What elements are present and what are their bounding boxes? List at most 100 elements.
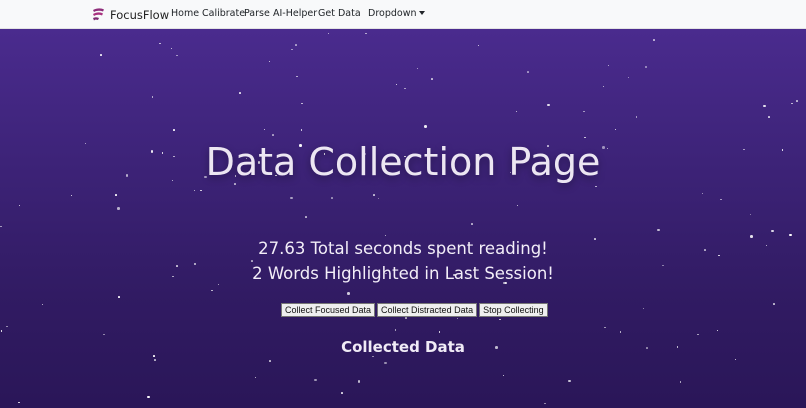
star-dot [269,360,271,362]
star-dot [477,44,480,47]
star-dot [300,129,302,131]
star-dot [653,39,655,41]
star-dot [614,128,617,130]
star-dot [679,381,681,383]
star-dot [438,331,441,333]
star-dot [372,355,374,358]
star-dot [170,47,173,50]
star-dot [347,292,350,295]
star-dot [193,189,196,192]
star-dot [456,317,459,319]
star-dot [716,329,719,332]
star-dot [70,194,73,197]
star-dot [0,330,3,332]
star-dot [272,134,274,136]
star-dot [305,216,307,218]
star-dot [516,204,519,207]
brand-link[interactable]: FocusFlow [90,5,169,24]
star-dot [657,228,660,232]
star-dot [263,128,266,131]
star-dot [431,78,433,80]
star-dot [200,189,202,192]
brand-name: FocusFlow [110,7,170,22]
collect-focused-button[interactable]: Collect Focused Data [281,303,376,317]
star-dot [515,110,517,113]
star-dot [314,378,317,382]
star-dot [151,96,154,98]
star-dot [18,204,20,207]
star-dot [117,207,120,210]
nav-get-data[interactable]: Get Data [318,8,361,19]
navbar: FocusFlow Home Calibrate Parse AI-Helper… [0,0,806,29]
star-dot [697,333,699,336]
star-dot [147,395,150,399]
star-dot [604,326,606,328]
star-dot [357,380,360,383]
star-dot [584,136,586,139]
stop-collecting-button[interactable]: Stop Collecting [479,303,548,317]
star-dot [118,296,120,298]
nav-ai-helper[interactable]: AI-Helper [273,8,317,19]
star-dot [395,83,398,85]
star-dot [173,129,175,131]
star-dot [502,374,505,377]
star-dot [627,76,630,79]
star-dot [404,87,406,89]
star-dot [254,376,257,379]
star-dot [290,196,293,200]
star-dot [291,48,293,51]
star-dot [217,283,220,286]
star-dot [384,361,387,364]
star-dot [159,42,161,45]
star-dot [103,333,105,336]
nav-parse[interactable]: Parse [244,8,270,19]
star-dot [720,198,722,200]
words-highlighted-text: 2 Words Highlighted in Last Session! [252,264,554,283]
star-dot [331,197,333,199]
collected-data-heading: Collected Data [341,338,465,356]
star-dot [773,303,775,305]
nav-calibrate[interactable]: Calibrate [202,8,245,19]
star-dot [115,194,117,196]
star-dot [424,125,427,128]
total-seconds-text: 27.63 Total seconds spent reading! [258,239,548,258]
star-dot [416,67,419,70]
star-dot [771,229,774,233]
star-dot [239,92,241,94]
star-dot [295,44,297,46]
star-dot [499,318,501,321]
caret-down-icon [418,11,425,15]
star-dot [796,100,798,102]
star-dot [602,85,605,88]
star-dot [768,116,770,118]
star-dot [0,225,2,228]
star-dot [211,289,213,292]
star-dot [377,197,380,200]
nav-dropdown[interactable]: Dropdown [368,8,425,19]
page-title: Data Collection Page [205,140,601,184]
star-dot [595,185,597,188]
star-dot [394,329,397,331]
star-dot [6,325,8,328]
star-dot [607,64,610,67]
star-dot [527,71,529,73]
star-dot [373,194,375,196]
star-dot [154,359,156,361]
star-dot [384,234,387,236]
star-dot [791,102,793,105]
star-dot [547,103,550,107]
focusflow-logo-icon [93,7,104,20]
star-dot [251,260,253,262]
star-dot [405,317,407,319]
star-dot [41,303,44,306]
star-dot [789,233,792,237]
star-dot [100,54,102,56]
star-dot [635,116,638,118]
collect-distracted-button[interactable]: Collect Distracted Data [377,303,478,317]
star-dot [642,307,645,310]
star-dot [644,65,648,68]
star-dot [763,104,766,108]
nav-home[interactable]: Home [171,8,199,19]
star-dot [176,54,178,57]
star-dot [734,358,737,360]
